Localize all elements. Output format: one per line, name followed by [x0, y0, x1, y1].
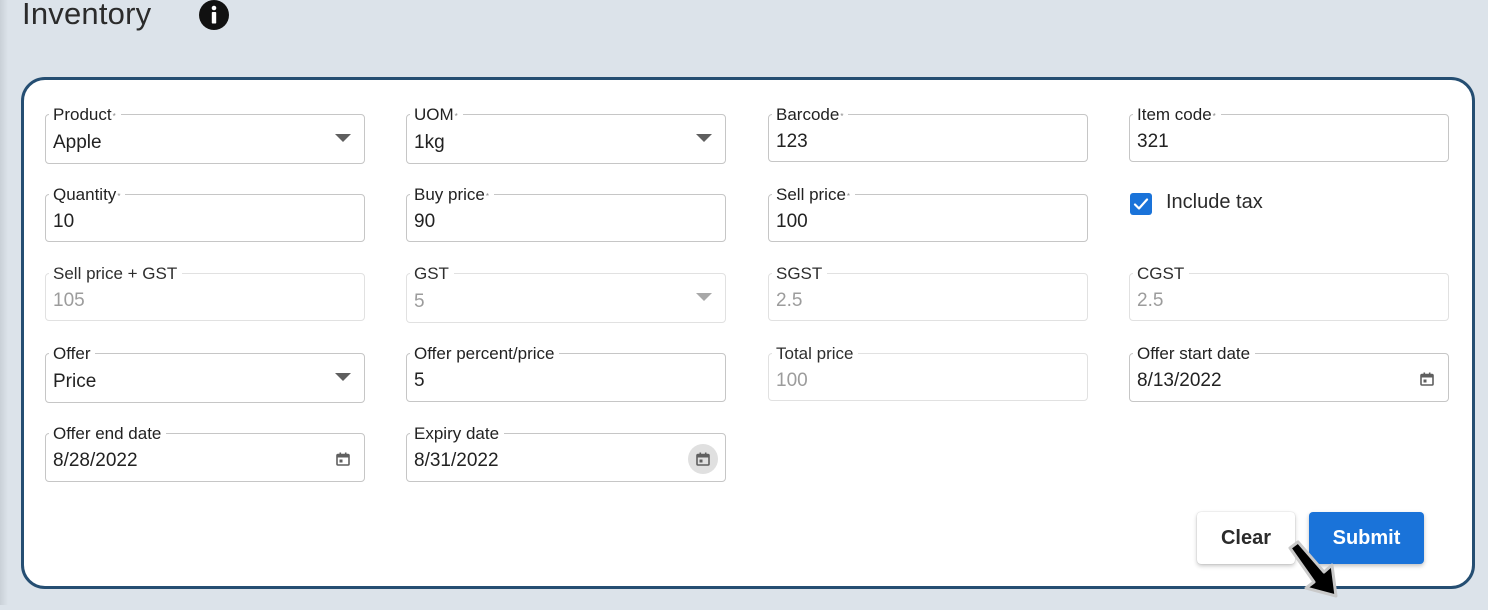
- expiry-date-value: 8/31/2022: [414, 450, 499, 471]
- cgst-value: 2.5: [1137, 290, 1164, 311]
- required-asterisk: *: [1212, 112, 1216, 121]
- gst-label: GST: [410, 264, 454, 284]
- chevron-down-icon: [696, 293, 712, 301]
- required-asterisk: *: [840, 112, 844, 121]
- sell-price-input[interactable]: Sell price* 100: [768, 185, 1088, 242]
- calendar-button[interactable]: [688, 444, 718, 474]
- include-tax-checkbox[interactable]: [1130, 193, 1152, 215]
- chevron-down-icon[interactable]: [696, 134, 712, 142]
- calendar-icon[interactable]: [696, 452, 710, 466]
- cgst-label: CGST: [1133, 264, 1190, 284]
- item-code-input[interactable]: Item code* 321: [1129, 105, 1449, 162]
- product-label: Product: [53, 105, 112, 124]
- uom-label: UOM: [414, 105, 454, 124]
- clear-button[interactable]: Clear: [1197, 512, 1295, 564]
- chevron-down-icon[interactable]: [335, 373, 351, 381]
- window-edge: [0, 0, 8, 605]
- offer-start-date-value: 8/13/2022: [1137, 370, 1222, 391]
- offer-select[interactable]: Offer Price: [45, 344, 365, 403]
- sgst-field: SGST 2.5: [768, 264, 1088, 321]
- calendar-icon[interactable]: [336, 452, 350, 466]
- expiry-date-input[interactable]: Expiry date 8/31/2022: [406, 424, 726, 482]
- inventory-form-card: Product* Apple UOM* 1kg Barcode* 123 Ite…: [21, 77, 1475, 598]
- barcode-value: 123: [776, 131, 808, 152]
- required-asterisk: *: [112, 112, 116, 121]
- sell-price-value: 100: [776, 211, 808, 232]
- offer-start-date-label: Offer start date: [1133, 344, 1256, 364]
- product-select[interactable]: Product* Apple: [45, 105, 365, 164]
- info-icon[interactable]: [199, 0, 229, 30]
- include-tax-label[interactable]: Include tax: [1166, 191, 1263, 214]
- expiry-date-label: Expiry date: [410, 424, 505, 444]
- required-asterisk: *: [846, 192, 851, 201]
- sell-price-label: Sell price: [776, 185, 846, 204]
- offer-percent-price-label: Offer percent/price: [410, 344, 560, 364]
- offer-end-date-input[interactable]: Offer end date 8/28/2022: [45, 424, 365, 482]
- uom-select[interactable]: UOM* 1kg: [406, 105, 726, 164]
- total-price-field: Total price 100: [768, 344, 1088, 401]
- uom-value: 1kg: [414, 132, 445, 153]
- offer-percent-price-input[interactable]: Offer percent/price 5: [406, 344, 726, 402]
- product-value: Apple: [53, 132, 102, 153]
- sgst-label: SGST: [772, 264, 828, 284]
- quantity-input[interactable]: Quantity* 10: [45, 185, 365, 242]
- barcode-label: Barcode: [776, 105, 840, 124]
- sell-price-gst-field: Sell price + GST 105: [45, 264, 365, 321]
- calendar-icon[interactable]: [1420, 372, 1434, 386]
- required-asterisk: *: [454, 112, 458, 121]
- buy-price-label: Buy price: [414, 185, 485, 204]
- required-asterisk: *: [485, 192, 489, 201]
- total-price-value: 100: [776, 370, 808, 391]
- cgst-field: CGST 2.5: [1129, 264, 1449, 321]
- item-code-value: 321: [1137, 131, 1169, 152]
- barcode-input[interactable]: Barcode* 123: [768, 105, 1088, 162]
- buy-price-input[interactable]: Buy price* 90: [406, 185, 726, 242]
- offer-start-date-input[interactable]: Offer start date 8/13/2022: [1129, 344, 1449, 402]
- arrow-cursor-icon: [1288, 540, 1338, 598]
- chevron-down-icon[interactable]: [335, 134, 351, 142]
- quantity-value: 10: [53, 211, 75, 232]
- total-price-label: Total price: [772, 344, 859, 364]
- gst-value: 5: [414, 291, 425, 312]
- offer-end-date-label: Offer end date: [49, 424, 167, 444]
- sell-price-gst-label: Sell price + GST: [49, 264, 183, 284]
- gst-select: GST 5: [406, 264, 726, 323]
- offer-label: Offer: [49, 344, 96, 364]
- sgst-value: 2.5: [776, 290, 803, 311]
- offer-percent-price-value: 5: [414, 370, 425, 391]
- buy-price-value: 90: [414, 211, 436, 232]
- page-title: Inventory: [22, 0, 152, 31]
- offer-end-date-value: 8/28/2022: [53, 450, 138, 471]
- checkmark-icon: [1133, 198, 1149, 210]
- required-asterisk: *: [117, 192, 121, 201]
- sell-price-gst-value: 105: [53, 290, 85, 311]
- offer-value: Price: [53, 371, 97, 392]
- quantity-label: Quantity: [53, 185, 117, 204]
- item-code-label: Item code: [1137, 105, 1212, 124]
